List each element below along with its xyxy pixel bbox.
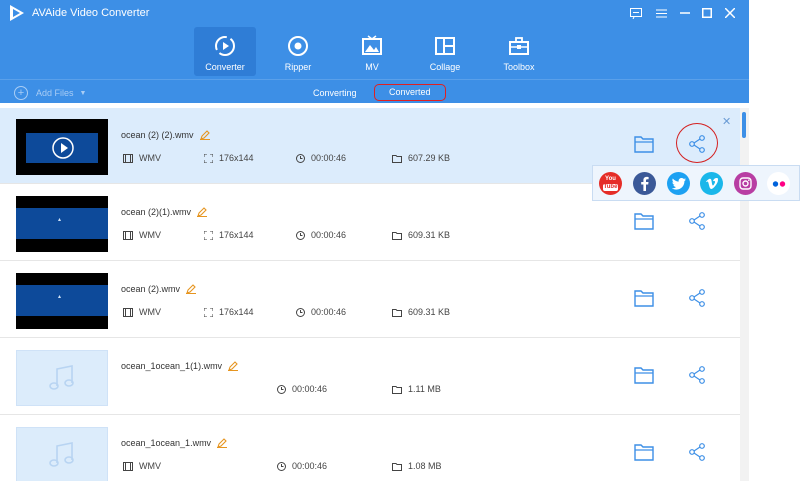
film-icon bbox=[123, 307, 133, 317]
close-icon[interactable] bbox=[721, 4, 739, 22]
vimeo-icon[interactable] bbox=[700, 172, 723, 195]
mv-icon bbox=[362, 35, 382, 55]
edit-pencil-icon[interactable] bbox=[217, 438, 228, 448]
edit-pencil-icon[interactable] bbox=[199, 130, 210, 140]
plus-icon: + bbox=[14, 86, 28, 100]
music-note-icon bbox=[49, 365, 74, 390]
table-row[interactable]: ocean_1ocean_1(1).wmv 00:00:46 1.11 MB bbox=[0, 339, 740, 415]
file-name: ocean_1ocean_1.wmv bbox=[121, 438, 228, 448]
clock-icon bbox=[296, 307, 305, 317]
table-row[interactable]: ▴ ocean (2).wmv WMV 176x144 00:00:46 609… bbox=[0, 262, 740, 338]
minimize-icon[interactable] bbox=[676, 4, 694, 22]
instagram-icon[interactable] bbox=[734, 172, 757, 195]
app-logo-icon bbox=[10, 5, 24, 21]
file-name: ocean (2) (2).wmv bbox=[121, 130, 210, 140]
folder-small-icon bbox=[392, 385, 402, 394]
resolution-icon bbox=[204, 307, 213, 317]
app-window: AVAide Video Converter Converter Ripper … bbox=[0, 0, 749, 481]
tab-converting[interactable]: Converting bbox=[313, 88, 357, 98]
maximize-icon[interactable] bbox=[698, 4, 716, 22]
film-icon bbox=[123, 230, 133, 240]
open-folder-icon[interactable] bbox=[634, 443, 654, 461]
clock-icon bbox=[296, 230, 305, 240]
dropdown-caret-icon[interactable]: ▼ bbox=[80, 90, 87, 97]
collage-icon bbox=[435, 37, 455, 55]
video-thumbnail[interactable] bbox=[16, 119, 108, 175]
folder-small-icon bbox=[392, 308, 402, 317]
video-thumbnail[interactable]: ▴ bbox=[16, 196, 108, 252]
file-name: ocean (2)(1).wmv bbox=[121, 207, 208, 217]
tab-converter[interactable]: Converter bbox=[194, 27, 256, 76]
resolution-icon bbox=[204, 230, 213, 240]
add-files-button[interactable]: + Add Files ▼ bbox=[14, 86, 86, 100]
folder-small-icon bbox=[392, 231, 402, 240]
tab-mv[interactable]: MV bbox=[341, 27, 403, 76]
edit-pencil-icon[interactable] bbox=[228, 361, 239, 371]
app-title: AVAide Video Converter bbox=[32, 7, 150, 19]
film-icon bbox=[123, 153, 133, 163]
table-row[interactable]: ocean_1ocean_1.wmv WMV 00:00:46 1.08 MB bbox=[0, 416, 740, 481]
facebook-icon[interactable] bbox=[633, 172, 656, 195]
clock-icon bbox=[277, 384, 286, 394]
audio-thumbnail[interactable] bbox=[16, 427, 108, 481]
music-note-icon bbox=[49, 442, 74, 467]
scrollbar-thumb[interactable] bbox=[742, 112, 746, 138]
highlight-annotation bbox=[676, 123, 718, 163]
clock-icon bbox=[296, 153, 305, 163]
toolbox-icon bbox=[509, 37, 529, 55]
converter-icon bbox=[215, 36, 235, 56]
feedback-icon[interactable] bbox=[627, 4, 645, 22]
scrollbar[interactable] bbox=[740, 108, 749, 481]
ripper-icon bbox=[288, 36, 308, 56]
file-name: ocean (2).wmv bbox=[121, 284, 197, 294]
tab-toolbox[interactable]: Toolbox bbox=[488, 27, 550, 76]
menu-icon[interactable] bbox=[652, 4, 670, 22]
tab-ripper[interactable]: Ripper bbox=[267, 27, 329, 76]
tab-collage[interactable]: Collage bbox=[414, 27, 476, 76]
sub-toolbar: + Add Files ▼ Converting Converted bbox=[0, 79, 749, 103]
title-bar: AVAide Video Converter Converter Ripper … bbox=[0, 0, 749, 103]
edit-pencil-icon[interactable] bbox=[197, 207, 208, 217]
youtube-icon[interactable]: You Tube bbox=[599, 172, 622, 195]
edit-pencil-icon[interactable] bbox=[186, 284, 197, 294]
folder-small-icon bbox=[392, 154, 402, 163]
remove-icon[interactable]: ✕ bbox=[722, 115, 731, 128]
open-folder-icon[interactable] bbox=[634, 366, 654, 384]
share-popup: You Tube bbox=[592, 165, 800, 201]
open-folder-icon[interactable] bbox=[634, 212, 654, 230]
twitter-icon[interactable] bbox=[667, 172, 690, 195]
flickr-icon[interactable] bbox=[767, 172, 790, 195]
tab-converted[interactable]: Converted bbox=[374, 84, 446, 101]
share-icon[interactable] bbox=[688, 366, 706, 384]
share-icon[interactable] bbox=[688, 212, 706, 230]
resolution-icon bbox=[204, 153, 213, 163]
film-icon bbox=[123, 461, 133, 471]
play-icon[interactable] bbox=[52, 137, 74, 159]
open-folder-icon[interactable] bbox=[634, 135, 654, 153]
open-folder-icon[interactable] bbox=[634, 289, 654, 307]
file-name: ocean_1ocean_1(1).wmv bbox=[121, 361, 239, 371]
video-thumbnail[interactable]: ▴ bbox=[16, 273, 108, 329]
share-icon[interactable] bbox=[688, 289, 706, 307]
audio-thumbnail[interactable] bbox=[16, 350, 108, 406]
clock-icon bbox=[277, 461, 286, 471]
share-icon[interactable] bbox=[688, 443, 706, 461]
folder-small-icon bbox=[392, 462, 402, 471]
